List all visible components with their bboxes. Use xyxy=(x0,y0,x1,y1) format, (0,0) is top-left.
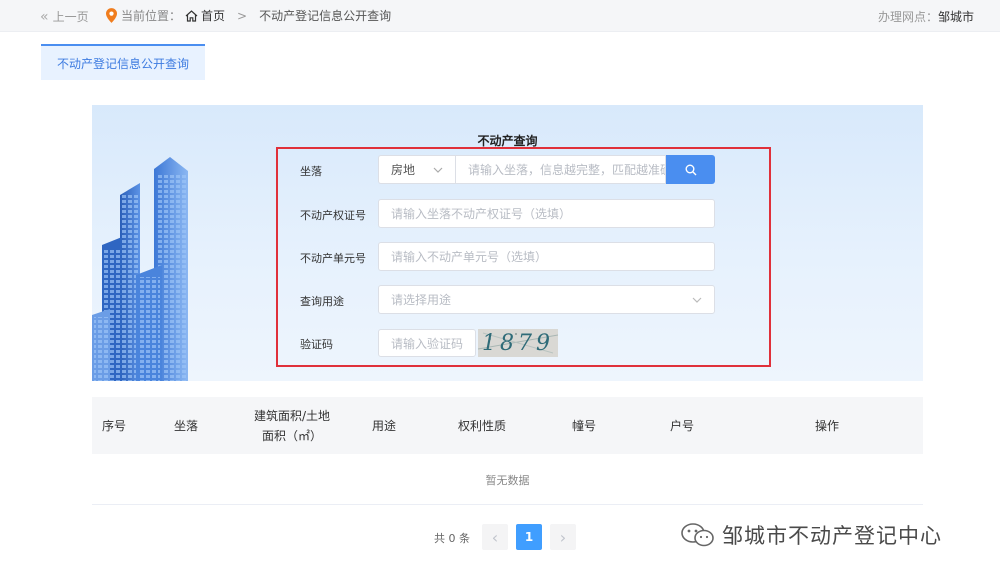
unit-label: 不动产单元号 xyxy=(300,252,366,265)
location-pin-icon xyxy=(106,8,117,23)
chevron-right-icon: › xyxy=(559,527,567,547)
usage-label: 查询用途 xyxy=(300,295,344,308)
prev-page-button[interactable]: ‹ xyxy=(482,524,508,550)
chevron-down-icon xyxy=(433,167,443,173)
col-address: 坐落 xyxy=(174,418,199,433)
page-1-button[interactable]: 1 xyxy=(516,524,542,550)
tab-public-query[interactable]: 不动产登记信息公开查询 xyxy=(41,44,205,80)
results-table-header: 序号 坐落 建筑面积/土地 面积（㎡） 用途 权利性质 幢号 户号 操作 xyxy=(92,397,923,454)
search-button[interactable] xyxy=(666,155,715,184)
service-site: 办理网点：邹城市 xyxy=(878,8,974,25)
address-type-value: 房地 xyxy=(391,163,416,177)
captcha-text: 1879 xyxy=(482,330,554,356)
back-link[interactable]: « 上一页 xyxy=(40,8,89,25)
home-label: 首页 xyxy=(201,9,226,23)
site-value[interactable]: 邹城市 xyxy=(938,10,974,24)
empty-state: 暂无数据 xyxy=(92,455,923,505)
col-area: 建筑面积/土地 面积（㎡） xyxy=(242,397,342,454)
wechat-icon xyxy=(681,523,714,547)
double-chevron-left-icon: « xyxy=(40,8,49,25)
col-index: 序号 xyxy=(102,418,127,433)
captcha-label: 验证码 xyxy=(300,338,333,351)
total-count: 共 0 条 xyxy=(434,532,470,545)
top-bar: « 上一页 当前位置： 首页 > 不动产登记信息公开查询 办理网点：邹城市 xyxy=(0,0,1000,32)
col-usage: 用途 xyxy=(372,418,397,433)
unit-number-input[interactable]: 请输入不动产单元号（选填） xyxy=(378,242,715,271)
site-label: 办理网点： xyxy=(877,10,938,24)
captcha-input[interactable]: 请输入验证码 xyxy=(378,329,476,357)
home-icon xyxy=(185,9,198,22)
col-building-no: 幢号 xyxy=(572,418,597,433)
cert-label: 不动产权证号 xyxy=(300,209,366,222)
address-type-select[interactable]: 房地 xyxy=(378,155,455,184)
col-area-line2: 面积（㎡） xyxy=(261,428,322,443)
col-area-line1: 建筑面积/土地 xyxy=(253,408,331,423)
chevron-left-icon: ‹ xyxy=(491,527,499,547)
location-label: 当前位置： xyxy=(121,9,182,23)
captcha-image[interactable]: 1879 xyxy=(478,329,558,357)
usage-select[interactable]: 请选择用途 xyxy=(378,285,715,314)
col-unit-no: 户号 xyxy=(670,418,695,433)
search-icon xyxy=(685,164,696,175)
breadcrumb-current: 不动产登记信息公开查询 xyxy=(259,9,392,23)
breadcrumb: 当前位置： 首页 > 不动产登记信息公开查询 xyxy=(106,7,391,24)
wechat-watermark: 邹城市不动产登记中心 xyxy=(680,520,942,550)
col-right-type: 权利性质 xyxy=(458,418,507,433)
breadcrumb-home[interactable]: 首页 xyxy=(185,7,225,24)
usage-placeholder: 请选择用途 xyxy=(391,293,452,307)
breadcrumb-separator: > xyxy=(237,8,248,23)
col-actions: 操作 xyxy=(815,418,840,433)
back-label: 上一页 xyxy=(52,10,89,24)
buildings-illustration xyxy=(92,157,188,381)
address-input[interactable]: 请输入坐落，信息越完整，匹配越准确 xyxy=(455,155,666,184)
address-label: 坐落 xyxy=(300,165,322,178)
next-page-button[interactable]: › xyxy=(550,524,576,550)
watermark-text: 邹城市不动产登记中心 xyxy=(722,524,942,548)
chevron-down-icon xyxy=(692,297,702,303)
cert-number-input[interactable]: 请输入坐落不动产权证号（选填） xyxy=(378,199,715,228)
